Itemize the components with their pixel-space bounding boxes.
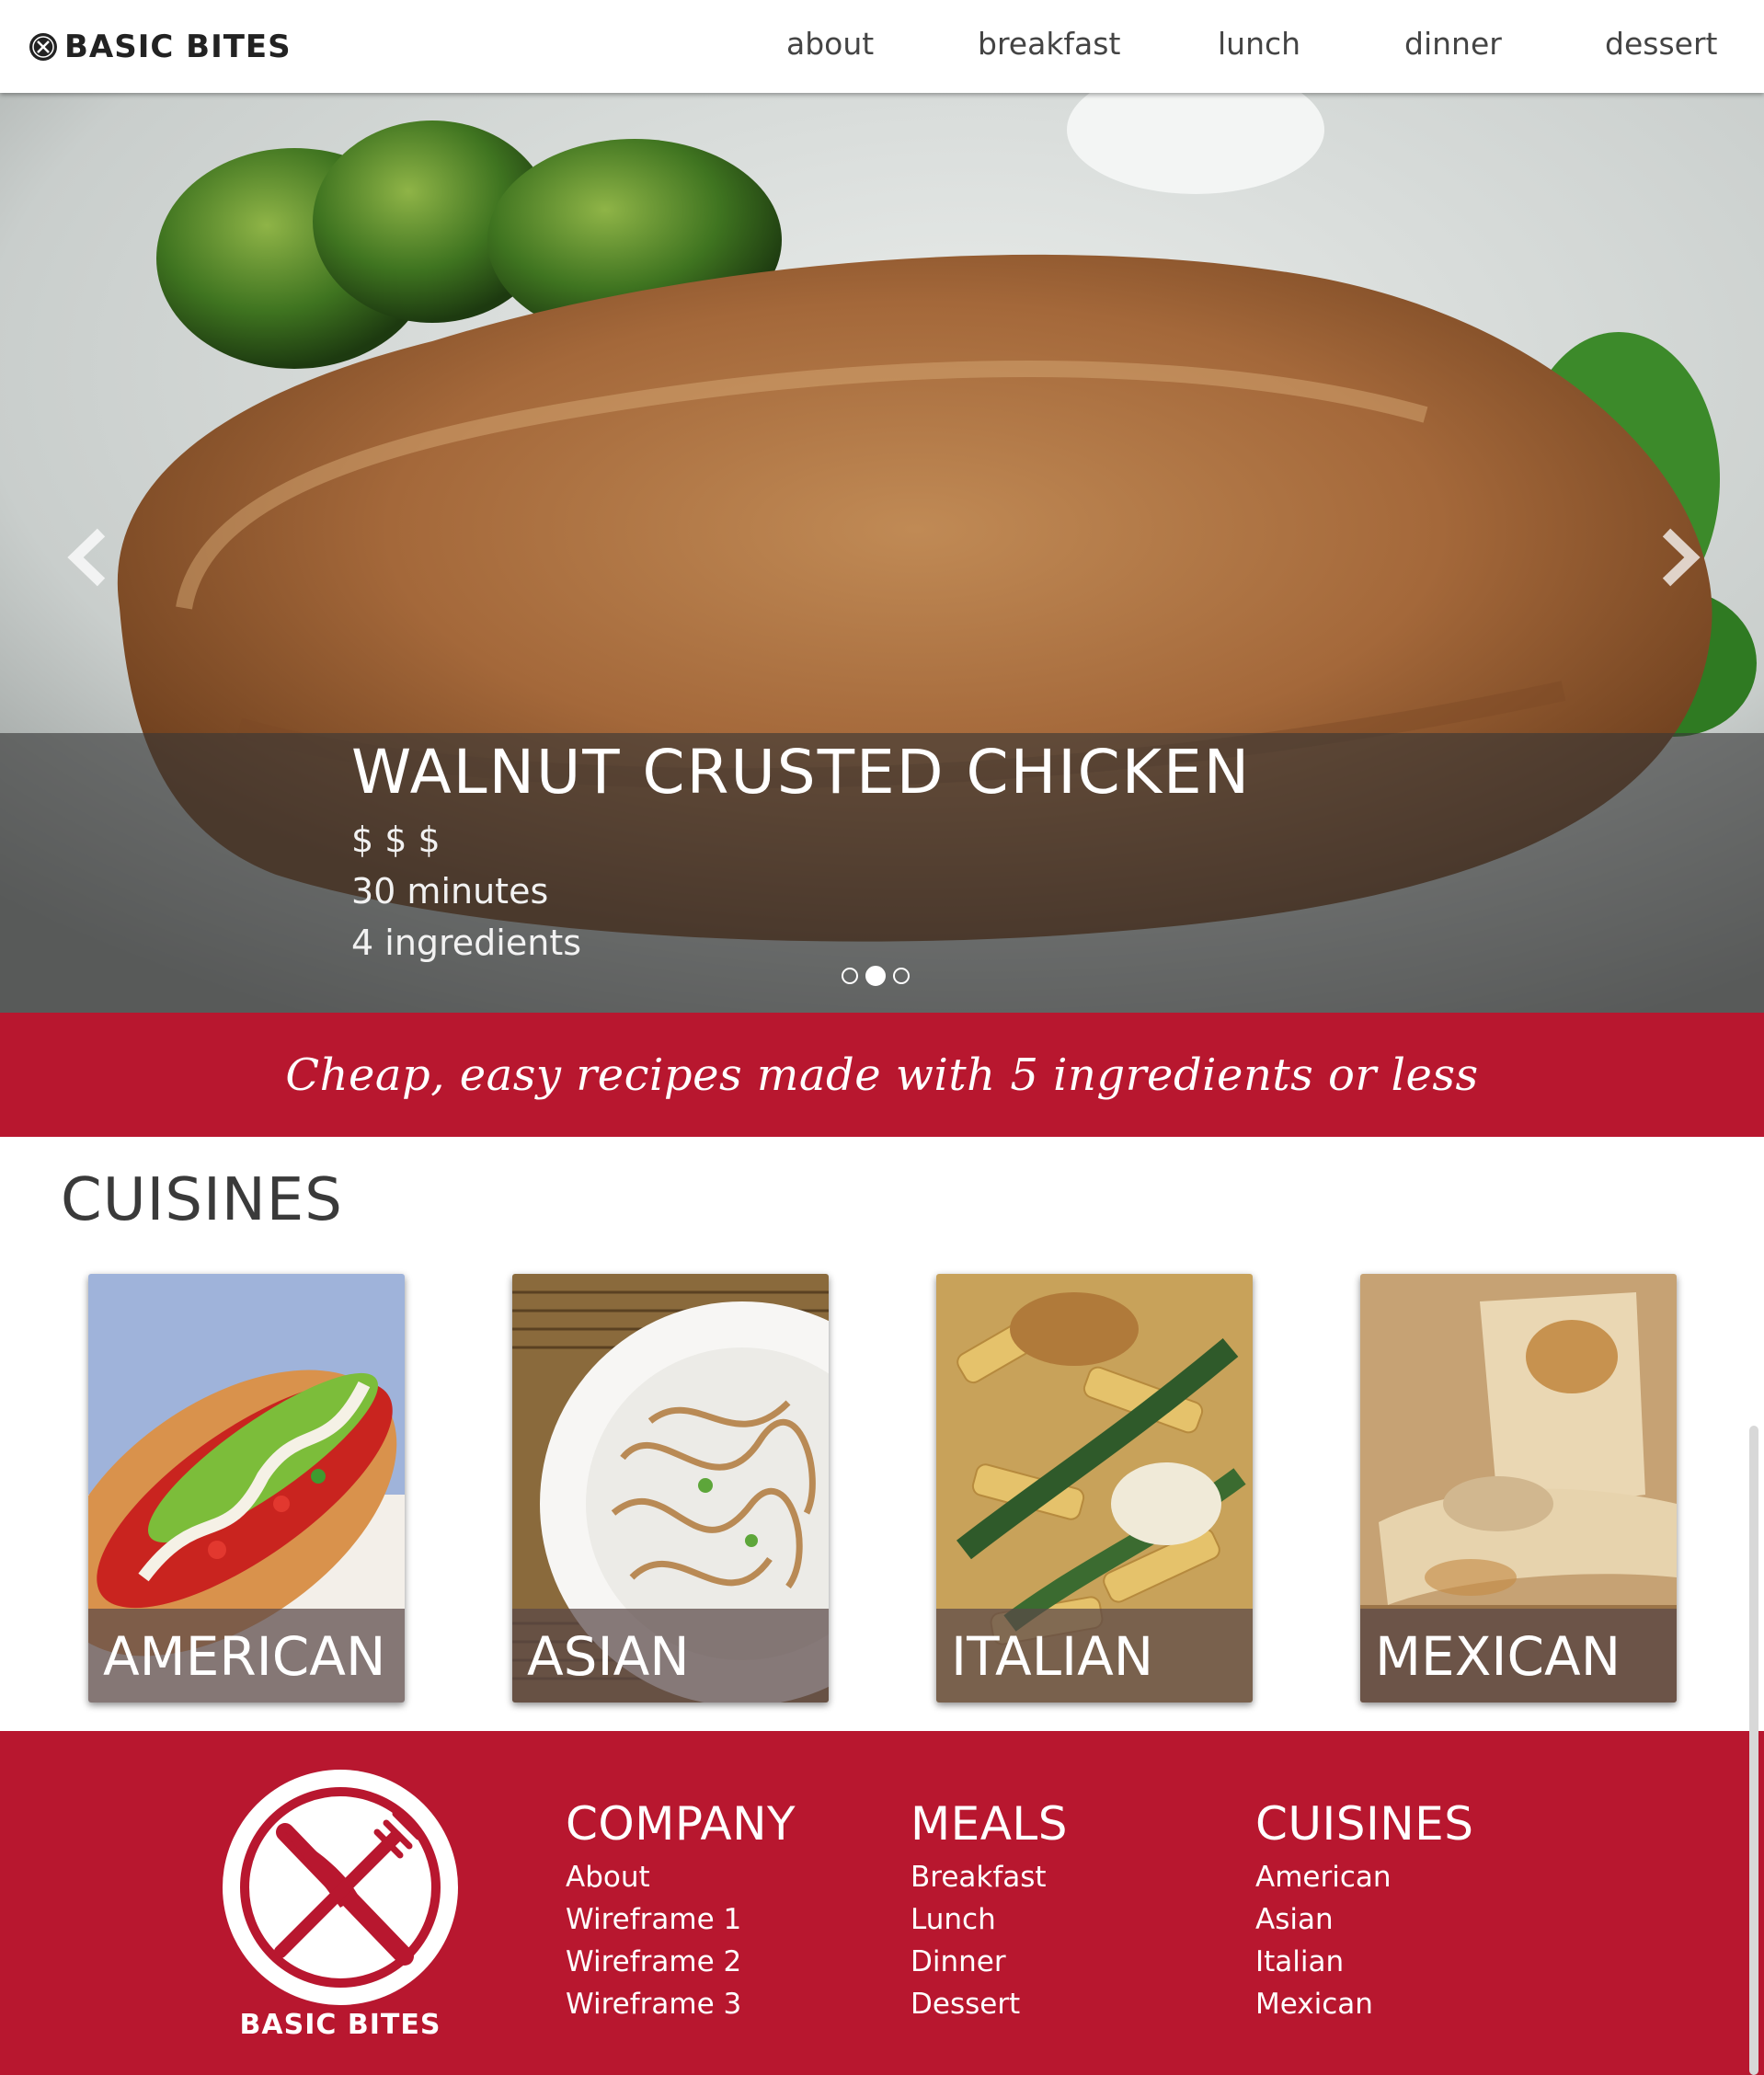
cuisines-heading: CUISINES <box>61 1166 343 1234</box>
nav-dessert[interactable]: dessert <box>1605 26 1717 62</box>
footer-heading: COMPANY <box>566 1797 796 1851</box>
carousel-indicators <box>842 966 910 986</box>
carousel-dot-2[interactable] <box>865 966 886 986</box>
footer-link-mexican[interactable]: Mexican <box>1255 1983 1473 2025</box>
cuisine-card-asian[interactable]: ASIAN <box>512 1274 829 1702</box>
carousel-next-icon[interactable] <box>1655 525 1701 590</box>
tagline-banner: Cheap, easy recipes made with 5 ingredie… <box>0 1013 1764 1137</box>
footer-link-wireframe-1[interactable]: Wireframe 1 <box>566 1898 796 1941</box>
recipe-ingredients: 4 ingredients <box>351 923 582 963</box>
fork-knife-logo-icon[interactable] <box>221 1768 460 2007</box>
carousel-prev-icon[interactable] <box>66 525 112 590</box>
footer-link-breakfast[interactable]: Breakfast <box>911 1856 1068 1898</box>
tagline-text: Cheap, easy recipes made with 5 ingredie… <box>285 1049 1479 1101</box>
footer-link-about[interactable]: About <box>566 1856 796 1898</box>
carousel-dot-1[interactable] <box>842 968 858 984</box>
cuisine-card-mexican[interactable]: MEXICAN <box>1360 1274 1677 1702</box>
footer-heading: CUISINES <box>1255 1797 1474 1851</box>
brand-logo[interactable]: BASIC BITES <box>28 29 292 65</box>
cuisine-card-italian[interactable]: ITALIAN <box>936 1274 1253 1702</box>
recipe-price: $ $ $ <box>351 820 441 860</box>
footer-col-meals: MEALS Breakfast Lunch Dinner Dessert <box>911 1797 1068 2025</box>
cuisine-label: MEXICAN <box>1375 1625 1621 1688</box>
footer-link-dessert[interactable]: Dessert <box>911 1983 1068 2025</box>
footer-link-wireframe-2[interactable]: Wireframe 2 <box>566 1941 796 1983</box>
footer-link-italian[interactable]: Italian <box>1255 1941 1473 1983</box>
nav-about[interactable]: about <box>786 26 874 62</box>
recipe-time: 30 minutes <box>351 871 549 911</box>
nav-lunch[interactable]: lunch <box>1218 26 1300 62</box>
nav-breakfast[interactable]: breakfast <box>978 26 1120 62</box>
cuisine-label: ITALIAN <box>951 1625 1154 1688</box>
footer-col-company: COMPANY About Wireframe 1 Wireframe 2 Wi… <box>566 1797 796 2025</box>
recipe-title[interactable]: WALNUT CRUSTED CHICKEN <box>351 737 1251 808</box>
nav-dinner[interactable]: dinner <box>1404 26 1502 62</box>
site-footer: BASIC BITES COMPANY About Wireframe 1 Wi… <box>0 1731 1764 2075</box>
footer-link-dinner[interactable]: Dinner <box>911 1941 1068 1983</box>
top-navbar: BASIC BITES about breakfast lunch dinner… <box>0 0 1764 93</box>
footer-col-cuisines: CUISINES American Asian Italian Mexican <box>1255 1797 1473 2025</box>
footer-heading: MEALS <box>911 1797 1069 1851</box>
footer-link-lunch[interactable]: Lunch <box>911 1898 1068 1941</box>
fork-knife-logo-icon <box>29 33 57 61</box>
footer-brand-name: BASIC BITES <box>239 2009 441 2041</box>
footer-link-american[interactable]: American <box>1255 1856 1473 1898</box>
cuisine-label: AMERICAN <box>103 1625 386 1688</box>
brand-name: BASIC BITES <box>64 29 292 65</box>
cuisine-card-american[interactable]: AMERICAN <box>88 1274 405 1702</box>
page-scrollbar[interactable] <box>1749 1426 1758 2075</box>
hero-carousel: WALNUT CRUSTED CHICKEN $ $ $ 30 minutes … <box>0 93 1764 1013</box>
footer-link-asian[interactable]: Asian <box>1255 1898 1473 1941</box>
cuisine-label: ASIAN <box>527 1625 690 1688</box>
carousel-dot-3[interactable] <box>893 968 910 984</box>
footer-link-wireframe-3[interactable]: Wireframe 3 <box>566 1983 796 2025</box>
